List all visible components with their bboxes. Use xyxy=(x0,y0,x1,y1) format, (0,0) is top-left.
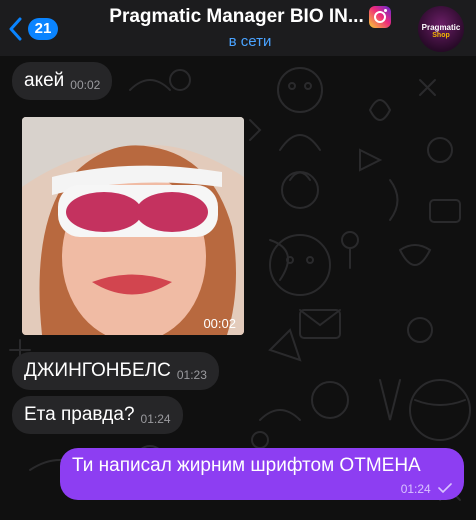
avatar[interactable]: Pragmatic Shop xyxy=(418,6,464,52)
online-status: в сети xyxy=(228,33,272,50)
message-bubble-incoming[interactable]: акей 00:02 xyxy=(12,62,113,100)
video-thumbnail xyxy=(22,117,244,335)
message-bubble-outgoing[interactable]: Ти написал жирним шрифтом ОТМЕНА 01:24 xyxy=(60,448,464,500)
message-bubble-incoming[interactable]: ДЖИНГОНБЕЛС 01:23 xyxy=(12,352,219,390)
chat-title-area[interactable]: Pragmatic Manager BIO IN... в сети xyxy=(100,6,400,50)
chat-title: Pragmatic Manager BIO IN... xyxy=(109,6,391,28)
chevron-left-icon xyxy=(9,17,22,41)
message-time: 01:24 xyxy=(400,482,431,496)
avatar-logo-text: Pragmatic xyxy=(421,23,461,32)
video-message[interactable]: 00:02 xyxy=(22,117,244,335)
message-time: 01:24 xyxy=(140,412,171,426)
video-duration: 00:02 xyxy=(203,316,236,331)
message-text: Ти написал жирним шрифтом ОТМЕНА xyxy=(72,455,421,476)
instagram-icon xyxy=(368,6,391,28)
read-check-icon xyxy=(438,483,452,493)
message-text: акей xyxy=(24,70,65,91)
message-text: Ета правда? xyxy=(24,404,135,425)
message-meta: 01:24 xyxy=(72,476,452,501)
back-button[interactable]: 21 xyxy=(8,14,68,44)
message-text: ДЖИНГОНБЕЛС xyxy=(24,360,171,381)
chat-header: 21 Pragmatic Manager BIO IN... в сети Pr… xyxy=(0,0,476,56)
message-time: 01:23 xyxy=(176,368,207,382)
unread-count-badge: 21 xyxy=(28,18,58,40)
message-bubble-incoming[interactable]: Ета правда? 01:24 xyxy=(12,396,183,434)
avatar-logo-subtext: Shop xyxy=(432,32,450,39)
message-time: 00:02 xyxy=(70,78,101,92)
chat-title-text: Pragmatic Manager BIO IN... xyxy=(109,6,364,27)
